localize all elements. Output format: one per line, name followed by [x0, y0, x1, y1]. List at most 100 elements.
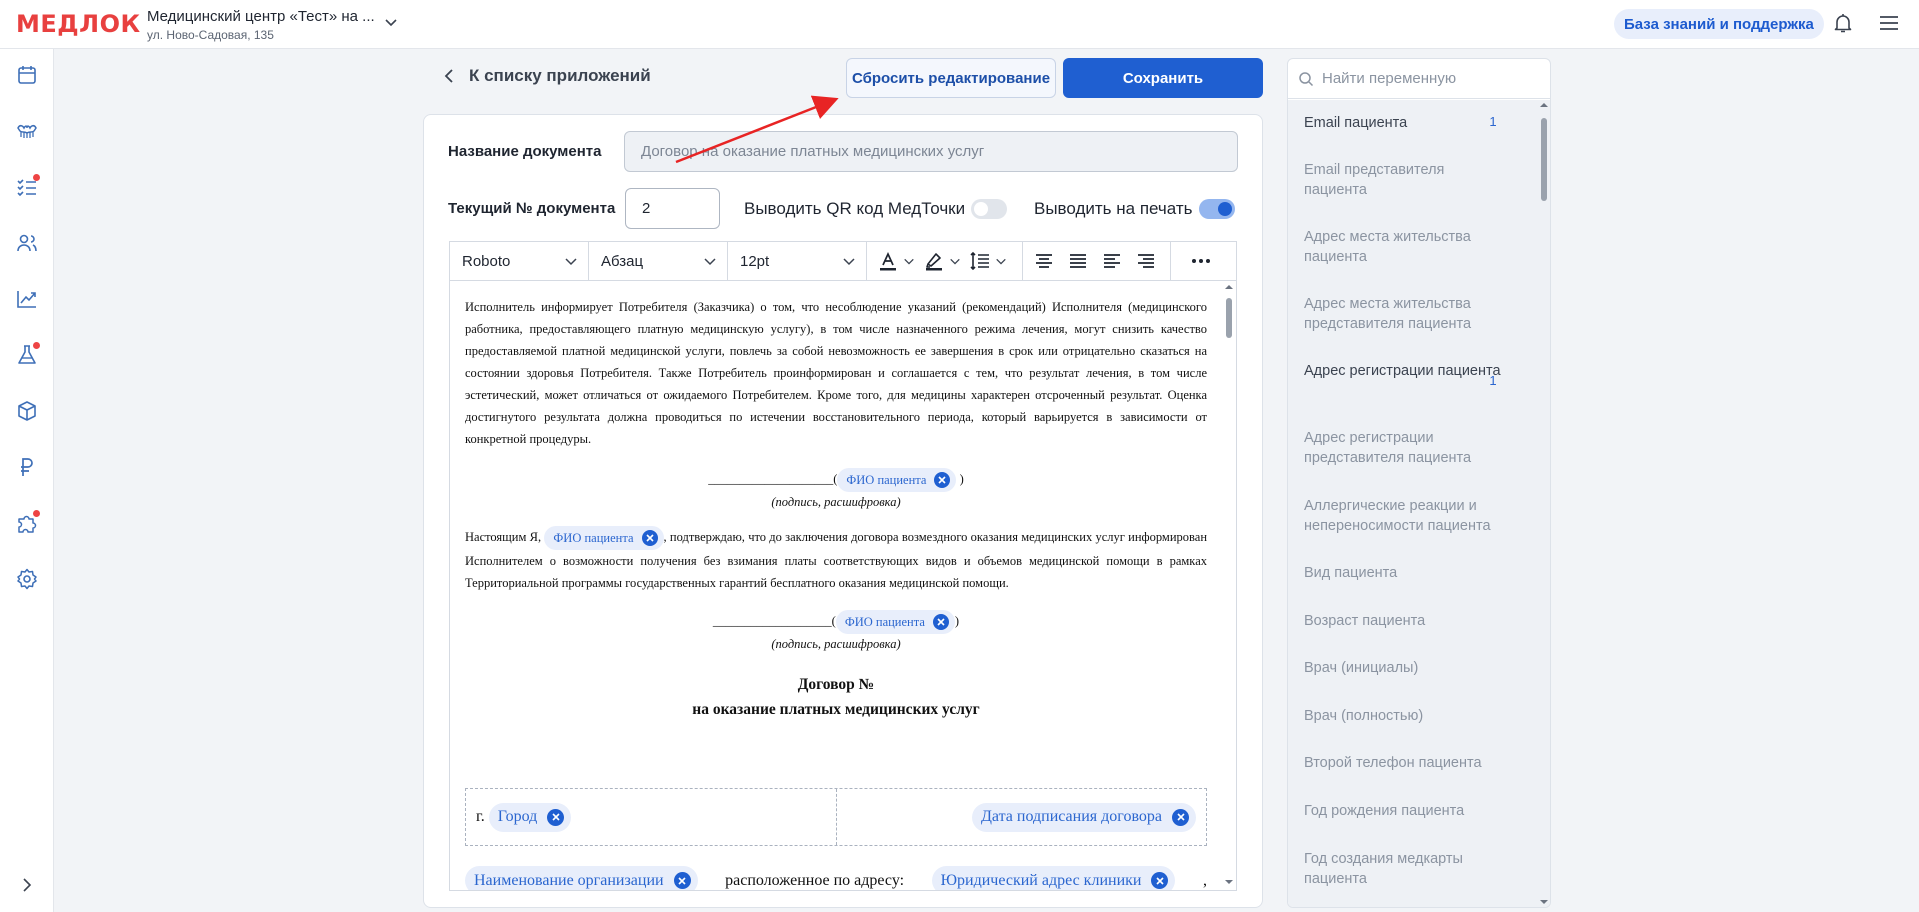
chevron-right-icon[interactable]	[17, 875, 37, 895]
located-text: расположенное по адресу:	[725, 871, 905, 889]
align-justify-button[interactable]	[1067, 250, 1089, 272]
line-height-button[interactable]	[969, 250, 1007, 272]
variable-item[interactable]: Адрес регистрации пациента	[1304, 361, 1504, 381]
flask-icon[interactable]	[15, 342, 40, 367]
variable-item[interactable]: Вид пациента	[1304, 563, 1504, 583]
chip-label: Юридический адрес клиники	[940, 871, 1142, 889]
clinic-selector[interactable]: Медицинский центр «Тест» на ... ул. Ново…	[147, 8, 375, 42]
variable-item[interactable]: Аллергические реакции и непереносимости …	[1304, 496, 1504, 536]
highlight-color-button[interactable]	[923, 250, 961, 272]
box-icon[interactable]	[15, 399, 39, 423]
gear-icon[interactable]	[15, 567, 39, 591]
ruble-icon[interactable]	[15, 455, 39, 479]
close-icon[interactable]	[1151, 872, 1169, 889]
users-icon[interactable]	[15, 231, 39, 255]
calendar-icon[interactable]	[15, 63, 39, 87]
close-icon[interactable]	[932, 614, 949, 631]
more-options-button[interactable]	[1191, 258, 1211, 264]
align-center-button[interactable]	[1033, 250, 1055, 272]
chevron-down-icon	[904, 258, 914, 265]
variable-item[interactable]: Email пациента	[1304, 113, 1504, 133]
reset-editing-button[interactable]: Сбросить редактирование	[846, 58, 1056, 98]
document-number-input[interactable]: 2	[625, 188, 720, 229]
text-color-button[interactable]	[877, 250, 915, 272]
scroll-down-icon[interactable]	[1222, 877, 1236, 887]
close-icon[interactable]	[934, 472, 951, 489]
variable-item[interactable]: Адрес места жительства представителя пац…	[1304, 294, 1504, 334]
menu-icon[interactable]	[1878, 12, 1900, 34]
back-link[interactable]: К списку приложений	[443, 66, 651, 86]
logo[interactable]: МЕДЛОК	[16, 10, 141, 38]
chevron-down-icon[interactable]	[383, 14, 399, 30]
close-icon[interactable]	[641, 530, 658, 547]
more-group	[1171, 242, 1231, 280]
back-link-label: К списку приложений	[469, 66, 651, 85]
align-right-button[interactable]	[1135, 250, 1157, 272]
variable-search-input[interactable]: Найти переменную	[1288, 59, 1550, 99]
block-format-select[interactable]: Абзац	[589, 242, 728, 280]
city-cell: г. Город	[466, 789, 836, 845]
font-family-select[interactable]: Roboto	[450, 242, 589, 280]
variable-item[interactable]: Врач (полностью)	[1304, 706, 1504, 726]
chip-label: ФИО пациента	[846, 473, 927, 488]
scroll-thumb[interactable]	[1226, 298, 1232, 338]
scroll-thumb[interactable]	[1541, 118, 1547, 201]
chip-label: ФИО пациента	[553, 531, 634, 546]
variable-chip[interactable]: ФИО пациента	[544, 526, 664, 551]
variable-item[interactable]: Год рождения пациента	[1304, 801, 1504, 821]
close-icon[interactable]	[547, 808, 565, 826]
variable-chip[interactable]: Город	[488, 802, 572, 832]
more-icon	[1192, 259, 1210, 263]
align-group	[1023, 242, 1171, 280]
document-editor[interactable]: Исполнитель информирует Потребителя (Зак…	[449, 281, 1237, 891]
close-icon[interactable]	[673, 872, 691, 889]
toggle-knob	[1218, 202, 1232, 216]
document-number-label: Текущий № документа	[448, 200, 616, 217]
chip-label: Город	[497, 808, 538, 825]
variable-chip[interactable]: Наименование организации	[465, 866, 698, 890]
align-left-icon	[1104, 254, 1120, 268]
top-bar: МЕДЛОК Медицинский центр «Тест» на ... у…	[0, 0, 1919, 49]
notification-badge	[33, 342, 40, 349]
signature-line: ____________________(ФИО пациента )	[465, 466, 1207, 493]
variable-count-badge: 1	[1489, 373, 1497, 388]
clinic-address: ул. Ново-Садовая, 135	[147, 28, 274, 42]
scroll-down-icon[interactable]	[1538, 897, 1550, 907]
checklist-icon[interactable]	[15, 174, 40, 199]
chart-icon[interactable]	[15, 287, 39, 311]
chevron-down-icon	[996, 258, 1006, 265]
line-height-icon	[970, 251, 989, 271]
bell-icon[interactable]	[1831, 11, 1855, 35]
variable-item[interactable]: Адрес места жительства пациента	[1304, 227, 1504, 267]
document-scrollbar[interactable]	[1222, 282, 1236, 887]
variable-item[interactable]: Год создания медкарты пациента	[1304, 849, 1504, 889]
document-name-input[interactable]: Договор на оказание платных медицинских …	[624, 131, 1238, 172]
chevron-left-icon	[444, 69, 453, 83]
variable-chip[interactable]: Юридический адрес клиники	[931, 866, 1176, 890]
variable-item[interactable]: Возраст пациента	[1304, 611, 1504, 631]
qr-toggle[interactable]	[971, 199, 1007, 219]
scroll-up-icon[interactable]	[1222, 282, 1236, 292]
variable-item[interactable]: Врач (инициалы)	[1304, 658, 1504, 678]
variable-item[interactable]: Второй телефон пациента	[1304, 753, 1504, 773]
teeth-icon[interactable]	[15, 119, 39, 143]
scroll-up-icon[interactable]	[1538, 100, 1550, 110]
variable-item[interactable]: Адрес регистрации представителя пациента	[1304, 428, 1504, 468]
toggle-knob	[974, 202, 988, 216]
font-size-select[interactable]: 12pt	[728, 242, 867, 280]
org-line-comma: ,	[1203, 871, 1207, 889]
print-toggle[interactable]	[1199, 199, 1235, 219]
variables-scrollbar[interactable]	[1538, 100, 1550, 907]
variable-chip[interactable]: Дата подписания договора	[972, 802, 1196, 832]
chevron-down-icon	[950, 258, 960, 265]
text-color-icon	[880, 251, 896, 271]
knowledge-base-button[interactable]: База знаний и поддержка	[1614, 9, 1824, 39]
save-button[interactable]: Сохранить	[1063, 58, 1263, 98]
variable-chip[interactable]: ФИО пациента	[837, 468, 957, 493]
puzzle-icon[interactable]	[15, 510, 40, 535]
close-icon[interactable]	[1172, 808, 1189, 826]
signature-underline: ___________________(	[712, 614, 836, 629]
variable-chip[interactable]: ФИО пациента	[835, 610, 955, 635]
variable-item[interactable]: Email представителя пациента	[1304, 160, 1504, 200]
align-left-button[interactable]	[1101, 250, 1123, 272]
